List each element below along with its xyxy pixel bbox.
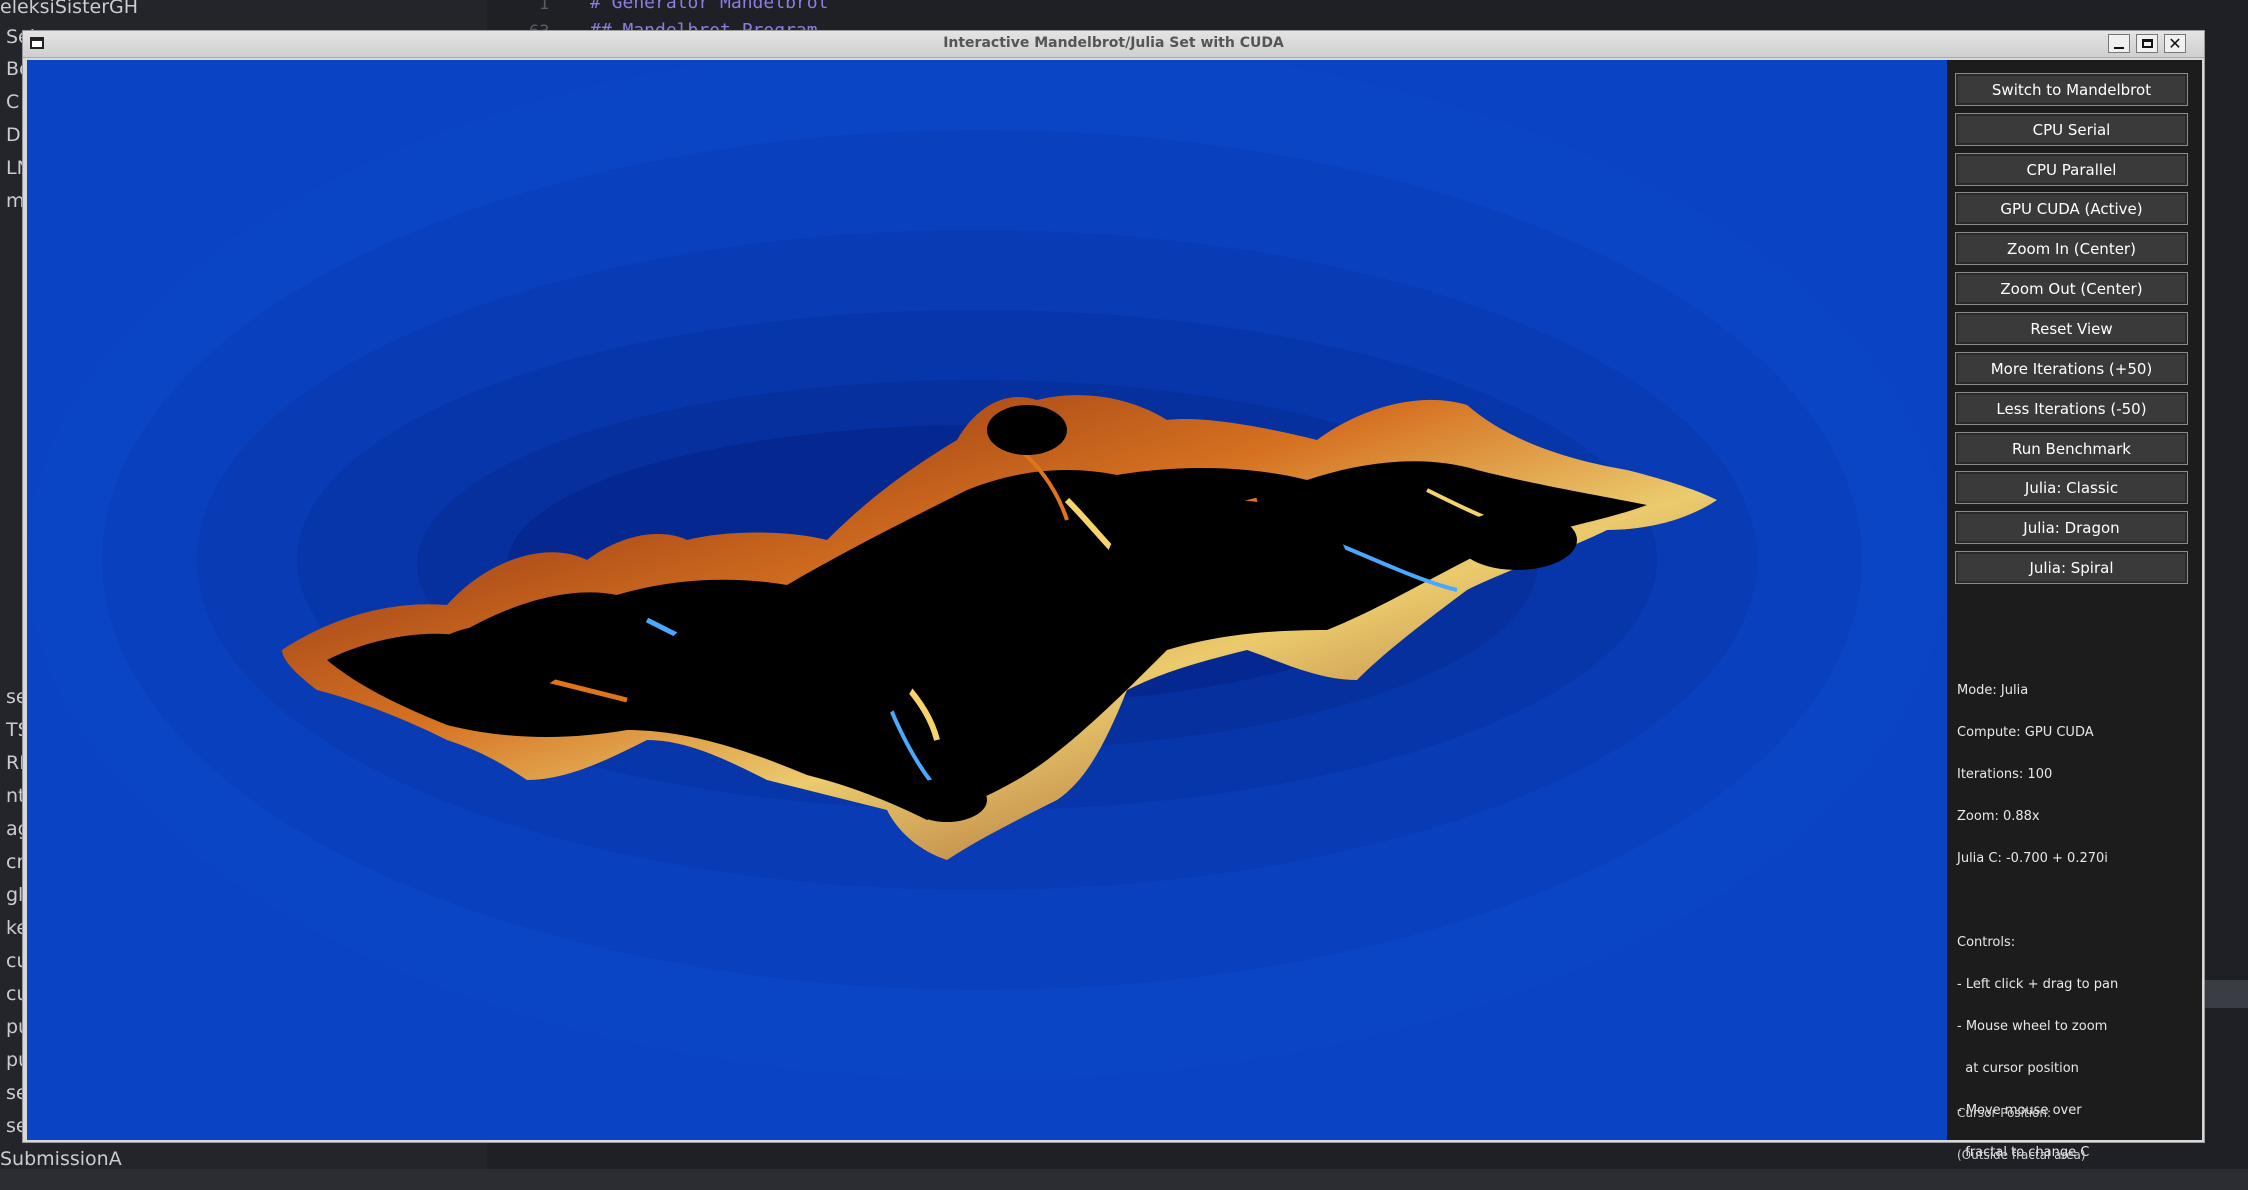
- control-hint: at cursor position: [1957, 1061, 2079, 1076]
- code-line: # Generator Mandelbrot: [590, 0, 829, 13]
- zoom-text: Zoom: 0.88x: [1957, 809, 2040, 824]
- background-sidebar-item: C: [6, 91, 20, 113]
- mode-text: Mode: Julia: [1957, 683, 2029, 698]
- window-titlebar[interactable]: Interactive Mandelbrot/Julia Set with CU…: [23, 31, 2204, 58]
- run-benchmark-button[interactable]: Run Benchmark: [1955, 432, 2188, 465]
- fractal-canvas[interactable]: [27, 60, 1947, 1140]
- background-sidebar-item: eleksiSisterGH: [0, 0, 139, 18]
- more-iterations-button[interactable]: More Iterations (+50): [1955, 352, 2188, 385]
- julia-c-text: Julia C: -0.700 + 0.270i: [1957, 851, 2108, 866]
- iterations-text: Iterations: 100: [1957, 767, 2053, 782]
- julia-dragon-button[interactable]: Julia: Dragon: [1955, 511, 2188, 544]
- app-window: Interactive Mandelbrot/Julia Set with CU…: [22, 30, 2205, 1162]
- julia-classic-button[interactable]: Julia: Classic: [1955, 471, 2188, 504]
- control-panel: Switch to Mandelbrot CPU Serial CPU Para…: [1947, 60, 2202, 1162]
- background-scrollbar: [2200, 980, 2248, 1008]
- controls-heading: Controls:: [1957, 935, 2016, 950]
- zoom-out-button[interactable]: Zoom Out (Center): [1955, 272, 2188, 305]
- compute-text: Compute: GPU CUDA: [1957, 725, 2094, 740]
- control-hint: - Mouse wheel to zoom: [1957, 1019, 2108, 1034]
- background-sidebar-item: SubmissionA: [0, 1148, 122, 1170]
- cursor-position-info: Cursor Position: (Outside fractal area): [1957, 1078, 2197, 1190]
- switch-to-mandelbrot-button[interactable]: Switch to Mandelbrot: [1955, 73, 2188, 106]
- minimize-icon: [2114, 46, 2124, 49]
- close-icon: ✕: [2168, 33, 2182, 53]
- cursor-position-label: Cursor Position:: [1957, 1106, 2052, 1120]
- zoom-in-button[interactable]: Zoom In (Center): [1955, 232, 2188, 265]
- cpu-serial-button[interactable]: CPU Serial: [1955, 113, 2188, 146]
- fractal-image: [27, 60, 1947, 1080]
- reset-view-button[interactable]: Reset View: [1955, 312, 2188, 345]
- cpu-parallel-button[interactable]: CPU Parallel: [1955, 153, 2188, 186]
- background-sidebar-item: D: [6, 124, 21, 146]
- control-hint: - Left click + drag to pan: [1957, 977, 2119, 992]
- close-button[interactable]: ✕: [2164, 34, 2186, 53]
- gpu-cuda-button[interactable]: GPU CUDA (Active): [1955, 192, 2188, 225]
- julia-spiral-button[interactable]: Julia: Spiral: [1955, 551, 2188, 584]
- cursor-position-value: (Outside fractal area): [1957, 1148, 2086, 1162]
- maximize-icon: [2141, 39, 2153, 48]
- window-title: Interactive Mandelbrot/Julia Set with CU…: [943, 35, 1284, 51]
- minimize-button[interactable]: [2108, 34, 2130, 53]
- less-iterations-button[interactable]: Less Iterations (-50): [1955, 392, 2188, 425]
- line-number: 1: [539, 0, 550, 14]
- maximize-button[interactable]: [2136, 34, 2158, 53]
